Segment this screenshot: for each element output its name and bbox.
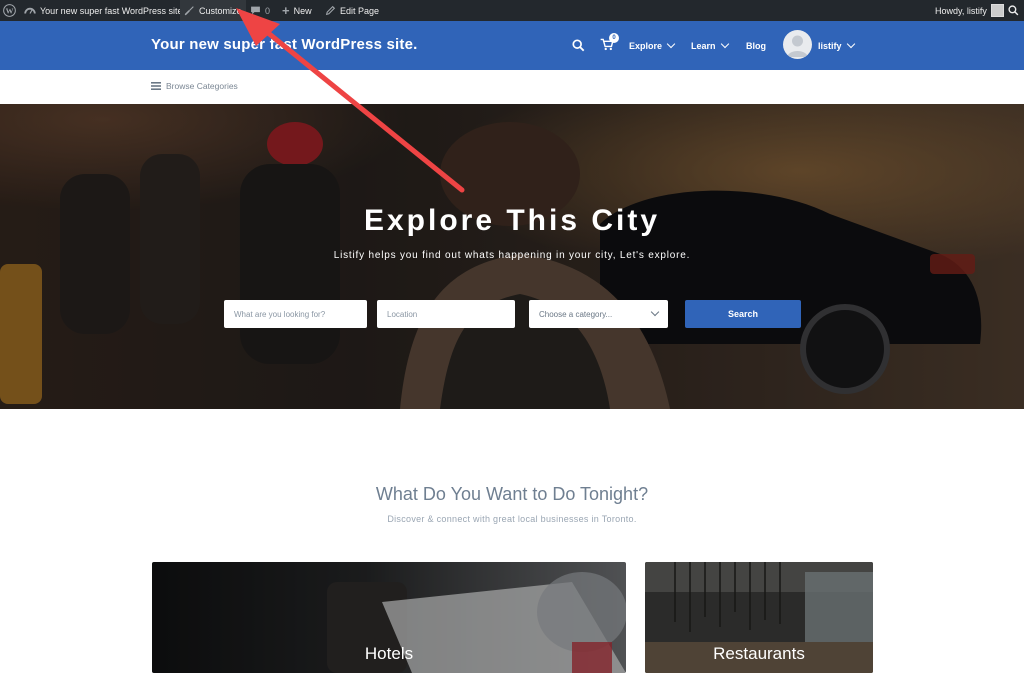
wp-admin-bar: W Your new super fast WordPress site. Cu… <box>0 0 1024 21</box>
new-label: New <box>293 5 312 16</box>
hotels-card-label: Hotels <box>364 644 414 663</box>
hero-title: Explore This City <box>363 204 661 237</box>
nav-explore[interactable]: Explore <box>629 21 676 70</box>
cart-count-badge: 0 <box>609 33 619 43</box>
user-avatar[interactable] <box>783 30 812 59</box>
restaurants-card-label: Restaurants <box>713 644 805 663</box>
chevron-down-icon <box>666 39 676 48</box>
browse-categories-button[interactable]: Browse Categories <box>151 81 238 91</box>
my-account-link[interactable]: Howdy, listify <box>935 0 1004 21</box>
admin-bar-site-name-label: Your new super fast WordPress site. <box>40 5 186 16</box>
header-search-icon[interactable] <box>572 21 585 70</box>
wordpress-logo-icon[interactable]: W <box>3 0 19 21</box>
nav-user-menu[interactable]: listify <box>818 21 855 70</box>
admin-avatar <box>990 4 1004 17</box>
section-title: What Do You Want to Do Tonight? <box>375 484 649 504</box>
paintbrush-icon <box>184 5 195 16</box>
category-bar: Browse Categories <box>0 70 1024 105</box>
category-select[interactable]: Choose a category... <box>529 300 668 328</box>
nav-blog-label: Blog <box>746 40 766 51</box>
nav-learn[interactable]: Learn <box>691 21 729 70</box>
comments-count: 0 <box>265 5 271 16</box>
hero-banner: Explore This City Listify helps you find… <box>0 104 1024 409</box>
plus-icon: + <box>282 3 290 18</box>
category-card-restaurants[interactable]: Restaurants <box>645 562 873 673</box>
nav-learn-label: Learn <box>691 40 716 51</box>
site-title[interactable]: Your new super fast WordPress site. <box>151 36 418 53</box>
section-subtitle: Discover & connect with great local busi… <box>387 514 637 524</box>
search-keyword-placeholder: What are you looking for? <box>234 309 326 319</box>
cart-icon[interactable]: 0 <box>600 21 619 70</box>
hero-subtitle: Listify helps you find out whats happeni… <box>333 250 691 261</box>
comments-link[interactable]: 0 <box>250 0 270 21</box>
chevron-down-icon <box>720 39 729 48</box>
dashboard-icon <box>24 5 36 16</box>
nav-blog[interactable]: Blog <box>746 21 766 70</box>
pencil-icon <box>325 5 336 16</box>
admin-bar-site-name[interactable]: Your new super fast WordPress site. <box>24 0 185 21</box>
admin-search-icon[interactable] <box>1008 0 1019 21</box>
hamburger-menu-icon <box>151 82 161 90</box>
nav-user-label: listify <box>818 40 842 51</box>
customize-label: Customize <box>199 5 242 16</box>
category-selected-value: Choose a category... <box>539 309 613 319</box>
search-button[interactable]: Search <box>685 300 801 328</box>
customize-link[interactable]: Customize <box>180 0 246 21</box>
edit-page-link[interactable]: Edit Page <box>325 0 379 21</box>
howdy-label: Howdy, listify <box>935 5 987 16</box>
chevron-down-icon <box>650 307 660 317</box>
browse-categories-label: Browse Categories <box>166 81 238 91</box>
site-header: Your new super fast WordPress site. 0 Ex… <box>0 21 1024 70</box>
comment-bubble-icon <box>250 5 261 16</box>
category-card-hotels[interactable]: Hotels <box>152 562 626 673</box>
search-keyword-input[interactable]: What are you looking for? <box>224 300 367 328</box>
new-content-link[interactable]: + New <box>282 0 312 21</box>
location-placeholder: Location <box>387 309 418 319</box>
chevron-down-icon <box>846 39 855 48</box>
edit-page-label: Edit Page <box>340 5 380 16</box>
svg-text:W: W <box>6 6 14 15</box>
location-input[interactable]: Location <box>377 300 515 328</box>
nav-explore-label: Explore <box>629 40 663 51</box>
